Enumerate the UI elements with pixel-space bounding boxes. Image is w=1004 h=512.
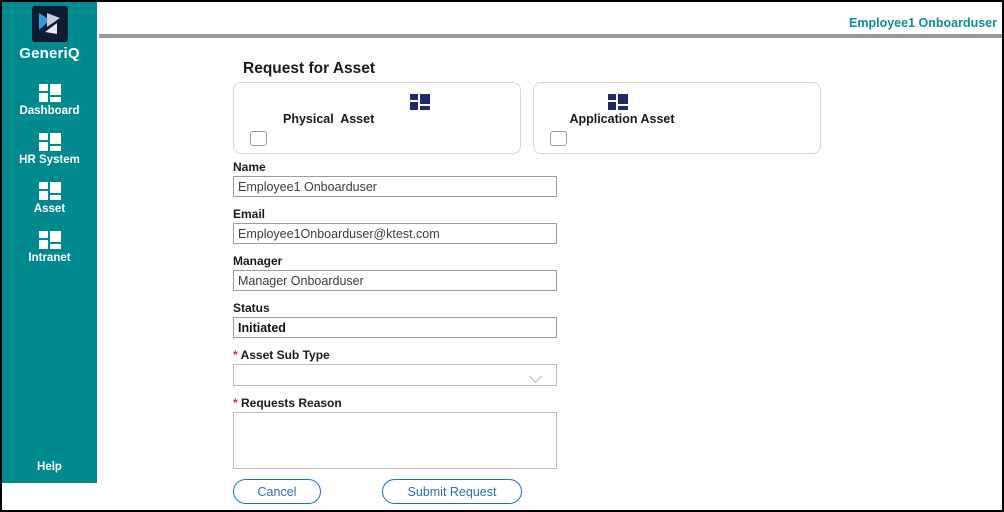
requests-reason-label-text: Requests Reason [241, 396, 342, 410]
requests-reason-textarea[interactable] [233, 412, 557, 469]
grid-icon [38, 182, 61, 200]
physical-asset-card[interactable]: Physical Asset [233, 82, 521, 154]
sidebar-item-label: Intranet [28, 252, 71, 264]
asset-sub-type-label: * Asset Sub Type [233, 348, 330, 362]
help-link[interactable]: Help [2, 461, 97, 473]
sidebar-nav: Dashboard HR System Asset Intranet [2, 84, 97, 264]
brand: GeneriQ [2, 2, 97, 62]
status-input[interactable] [233, 317, 557, 338]
grid-icon [38, 133, 61, 151]
required-marker: * [233, 348, 238, 362]
physical-asset-checkbox[interactable] [250, 131, 267, 146]
name-label: Name [233, 160, 266, 174]
header: Employee1 Onboarduser [97, 2, 1002, 36]
main-content: Request for Asset Physical Asset Applica… [97, 38, 1002, 510]
user-name-link[interactable]: Employee1 Onboarduser [849, 16, 997, 30]
asset-sub-type-select[interactable] [233, 364, 557, 386]
manager-input[interactable] [233, 270, 557, 291]
cancel-button[interactable]: Cancel [233, 479, 321, 504]
app-window: GeneriQ Dashboard HR System Asset Intran… [0, 0, 1004, 512]
brand-name: GeneriQ [19, 45, 80, 62]
application-asset-checkbox[interactable] [550, 131, 567, 146]
manager-label: Manager [233, 254, 283, 268]
grid-icon [38, 84, 61, 102]
sidebar-item-dashboard[interactable]: Dashboard [2, 84, 97, 117]
sidebar-item-label: Asset [33, 203, 66, 215]
sidebar-item-intranet[interactable]: Intranet [2, 231, 97, 264]
chevron-down-icon [529, 370, 542, 383]
grid-icon [410, 94, 430, 110]
email-input[interactable] [233, 223, 557, 244]
sidebar-item-asset[interactable]: Asset [2, 182, 97, 215]
sidebar: GeneriQ Dashboard HR System Asset Intran… [2, 2, 97, 483]
grid-icon [608, 94, 628, 110]
submit-request-button[interactable]: Submit Request [382, 479, 522, 504]
requests-reason-label: * Requests Reason [233, 396, 342, 410]
application-asset-card[interactable]: Application Asset [533, 82, 821, 154]
email-label: Email [233, 207, 266, 221]
required-marker: * [233, 396, 238, 410]
asset-sub-type-label-text: Asset Sub Type [240, 348, 330, 362]
page-title: Request for Asset [243, 60, 376, 77]
generiq-logo-icon [31, 6, 68, 42]
sidebar-item-label: Dashboard [19, 105, 80, 117]
application-asset-label: Application Asset [569, 112, 675, 126]
status-label: Status [233, 301, 270, 315]
grid-icon [38, 231, 61, 249]
physical-asset-label: Physical Asset [283, 112, 375, 126]
sidebar-item-hr-system[interactable]: HR System [2, 133, 97, 166]
sidebar-item-label: HR System [19, 154, 80, 166]
name-input[interactable] [233, 176, 557, 197]
